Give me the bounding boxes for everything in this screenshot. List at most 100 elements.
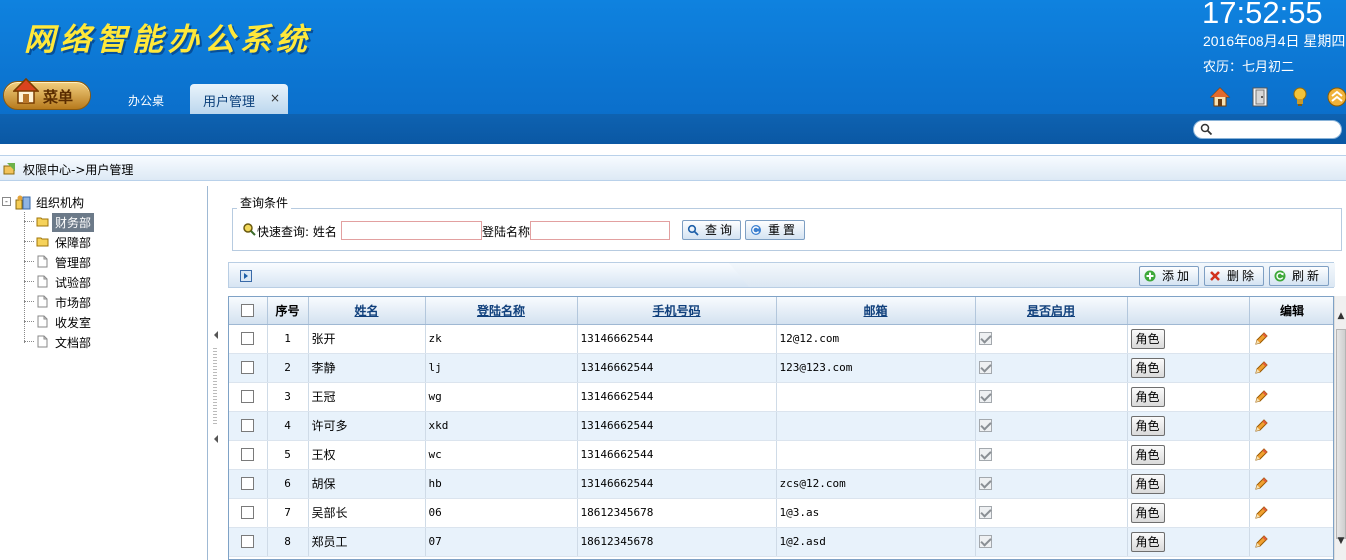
row-login: hb <box>425 469 578 499</box>
row-phone: 18612345678 <box>577 498 777 528</box>
row-select-cell <box>229 440 268 470</box>
row-phone: 13146662544 <box>577 324 777 354</box>
row-checkbox[interactable] <box>241 332 255 346</box>
tab-user-management[interactable]: 用户管理 × <box>190 84 288 114</box>
document-icon <box>37 315 48 328</box>
row-edit-cell <box>1249 411 1333 441</box>
search-button[interactable]: 查询 <box>682 220 741 240</box>
add-button[interactable]: 添加 <box>1139 266 1199 286</box>
tree-toggle[interactable]: - <box>2 197 11 206</box>
table-row[interactable]: 2 李静 lj 13146662544 123@123.com 角色 <box>229 353 1333 383</box>
enabled-checkbox[interactable] <box>978 361 992 375</box>
select-all-checkbox[interactable] <box>241 304 255 318</box>
row-name: 许可多 <box>308 411 426 441</box>
row-checkbox[interactable] <box>241 477 255 491</box>
scroll-down-icon[interactable]: ▼ <box>1336 536 1346 546</box>
pencil-icon[interactable] <box>1253 389 1269 405</box>
panel-splitter-handle[interactable] <box>212 328 220 446</box>
role-button[interactable]: 角色 <box>1130 386 1165 407</box>
row-no: 8 <box>267 527 309 557</box>
role-button[interactable]: 角色 <box>1130 415 1165 436</box>
table-row[interactable]: 6 胡保 hb 13146662544 zcs@12.com 角色 <box>229 469 1333 499</box>
scroll-up-icon[interactable]: ▲ <box>1336 311 1346 321</box>
col-email[interactable]: 邮箱 <box>776 297 976 325</box>
role-button[interactable]: 角色 <box>1130 473 1165 494</box>
quick-search-label: 快速查询: 姓名 <box>257 225 337 239</box>
grid-scrollbar[interactable]: ▲ ▼ <box>1334 296 1346 560</box>
pencil-icon[interactable] <box>1253 534 1269 550</box>
col-enabled[interactable]: 是否启用 <box>975 297 1128 325</box>
table-row[interactable]: 4 许可多 xkd 13146662544 角色 <box>229 411 1333 441</box>
row-edit-cell <box>1249 440 1333 470</box>
folder-icon <box>36 237 49 247</box>
menu-button[interactable]: 菜单 <box>3 78 91 110</box>
row-checkbox[interactable] <box>241 419 255 433</box>
row-login: zk <box>425 324 578 354</box>
expand-icon[interactable] <box>240 270 252 282</box>
role-button[interactable]: 角色 <box>1130 531 1165 552</box>
row-checkbox[interactable] <box>241 361 255 375</box>
enabled-checkbox[interactable] <box>978 477 992 491</box>
pencil-icon[interactable] <box>1253 418 1269 434</box>
enabled-checkbox[interactable] <box>978 332 992 346</box>
enabled-checkbox[interactable] <box>978 535 992 549</box>
role-button[interactable]: 角色 <box>1130 357 1165 378</box>
scrollbar-thumb[interactable] <box>1336 329 1346 539</box>
reset-button[interactable]: 重置 <box>745 220 805 240</box>
row-email: zcs@12.com <box>776 469 976 499</box>
pencil-icon[interactable] <box>1253 331 1269 347</box>
col-edit: 编辑 <box>1249 297 1333 325</box>
table-row[interactable]: 3 王冠 wg 13146662544 角色 <box>229 382 1333 412</box>
table-row[interactable]: 8 郑员工 07 18612345678 1@2.asd 角色 <box>229 527 1333 557</box>
col-phone[interactable]: 手机号码 <box>577 297 777 325</box>
enabled-checkbox[interactable] <box>978 390 992 404</box>
quick-search-icon <box>243 223 256 236</box>
home-icon[interactable] <box>1209 86 1231 108</box>
delete-button[interactable]: 删除 <box>1204 266 1264 286</box>
row-enabled-cell <box>975 324 1128 354</box>
login-name-input[interactable] <box>530 221 670 240</box>
row-checkbox[interactable] <box>241 390 255 404</box>
row-role-cell: 角色 <box>1127 353 1250 383</box>
collapse-icon[interactable] <box>1326 86 1346 108</box>
bulb-icon[interactable] <box>1289 86 1311 108</box>
role-button[interactable]: 角色 <box>1130 444 1165 465</box>
enabled-checkbox[interactable] <box>978 419 992 433</box>
table-row[interactable]: 7 吴部长 06 18612345678 1@3.as 角色 <box>229 498 1333 528</box>
clock-time: 17:52:55 <box>1202 0 1323 30</box>
row-checkbox[interactable] <box>241 506 255 520</box>
pencil-icon[interactable] <box>1253 476 1269 492</box>
row-no: 2 <box>267 353 309 383</box>
row-select-cell <box>229 498 268 528</box>
col-name[interactable]: 姓名 <box>308 297 426 325</box>
pencil-icon[interactable] <box>1253 447 1269 463</box>
table-row[interactable]: 5 王权 wc 13146662544 角色 <box>229 440 1333 470</box>
organization-icon <box>15 195 31 210</box>
row-email: 12@12.com <box>776 324 976 354</box>
col-login[interactable]: 登陆名称 <box>425 297 578 325</box>
table-row[interactable]: 1 张开 zk 13146662544 12@12.com 角色 <box>229 324 1333 354</box>
row-checkbox[interactable] <box>241 535 255 549</box>
row-name: 郑员工 <box>308 527 426 557</box>
pencil-icon[interactable] <box>1253 360 1269 376</box>
menu-button-label: 菜单 <box>43 88 74 106</box>
row-phone: 13146662544 <box>577 469 777 499</box>
door-icon[interactable] <box>1249 86 1271 108</box>
row-no: 6 <box>267 469 309 499</box>
row-edit-cell <box>1249 324 1333 354</box>
name-input[interactable] <box>341 221 482 240</box>
role-button[interactable]: 角色 <box>1130 328 1165 349</box>
role-button[interactable]: 角色 <box>1130 502 1165 523</box>
refresh-button[interactable]: 刷新 <box>1269 266 1329 286</box>
enabled-checkbox[interactable] <box>978 506 992 520</box>
row-enabled-cell <box>975 353 1128 383</box>
row-checkbox[interactable] <box>241 448 255 462</box>
close-icon[interactable]: × <box>270 91 280 105</box>
row-edit-cell <box>1249 527 1333 557</box>
pencil-icon[interactable] <box>1253 505 1269 521</box>
tab-desk[interactable]: 办公桌 <box>128 92 164 109</box>
enabled-checkbox[interactable] <box>978 448 992 462</box>
row-enabled-cell <box>975 411 1128 441</box>
search-input[interactable] <box>1193 120 1342 139</box>
org-tree-panel: - 组织机构 财务部 保障部 管理部 试验部 市场部 收发室 文档部 <box>0 186 208 560</box>
